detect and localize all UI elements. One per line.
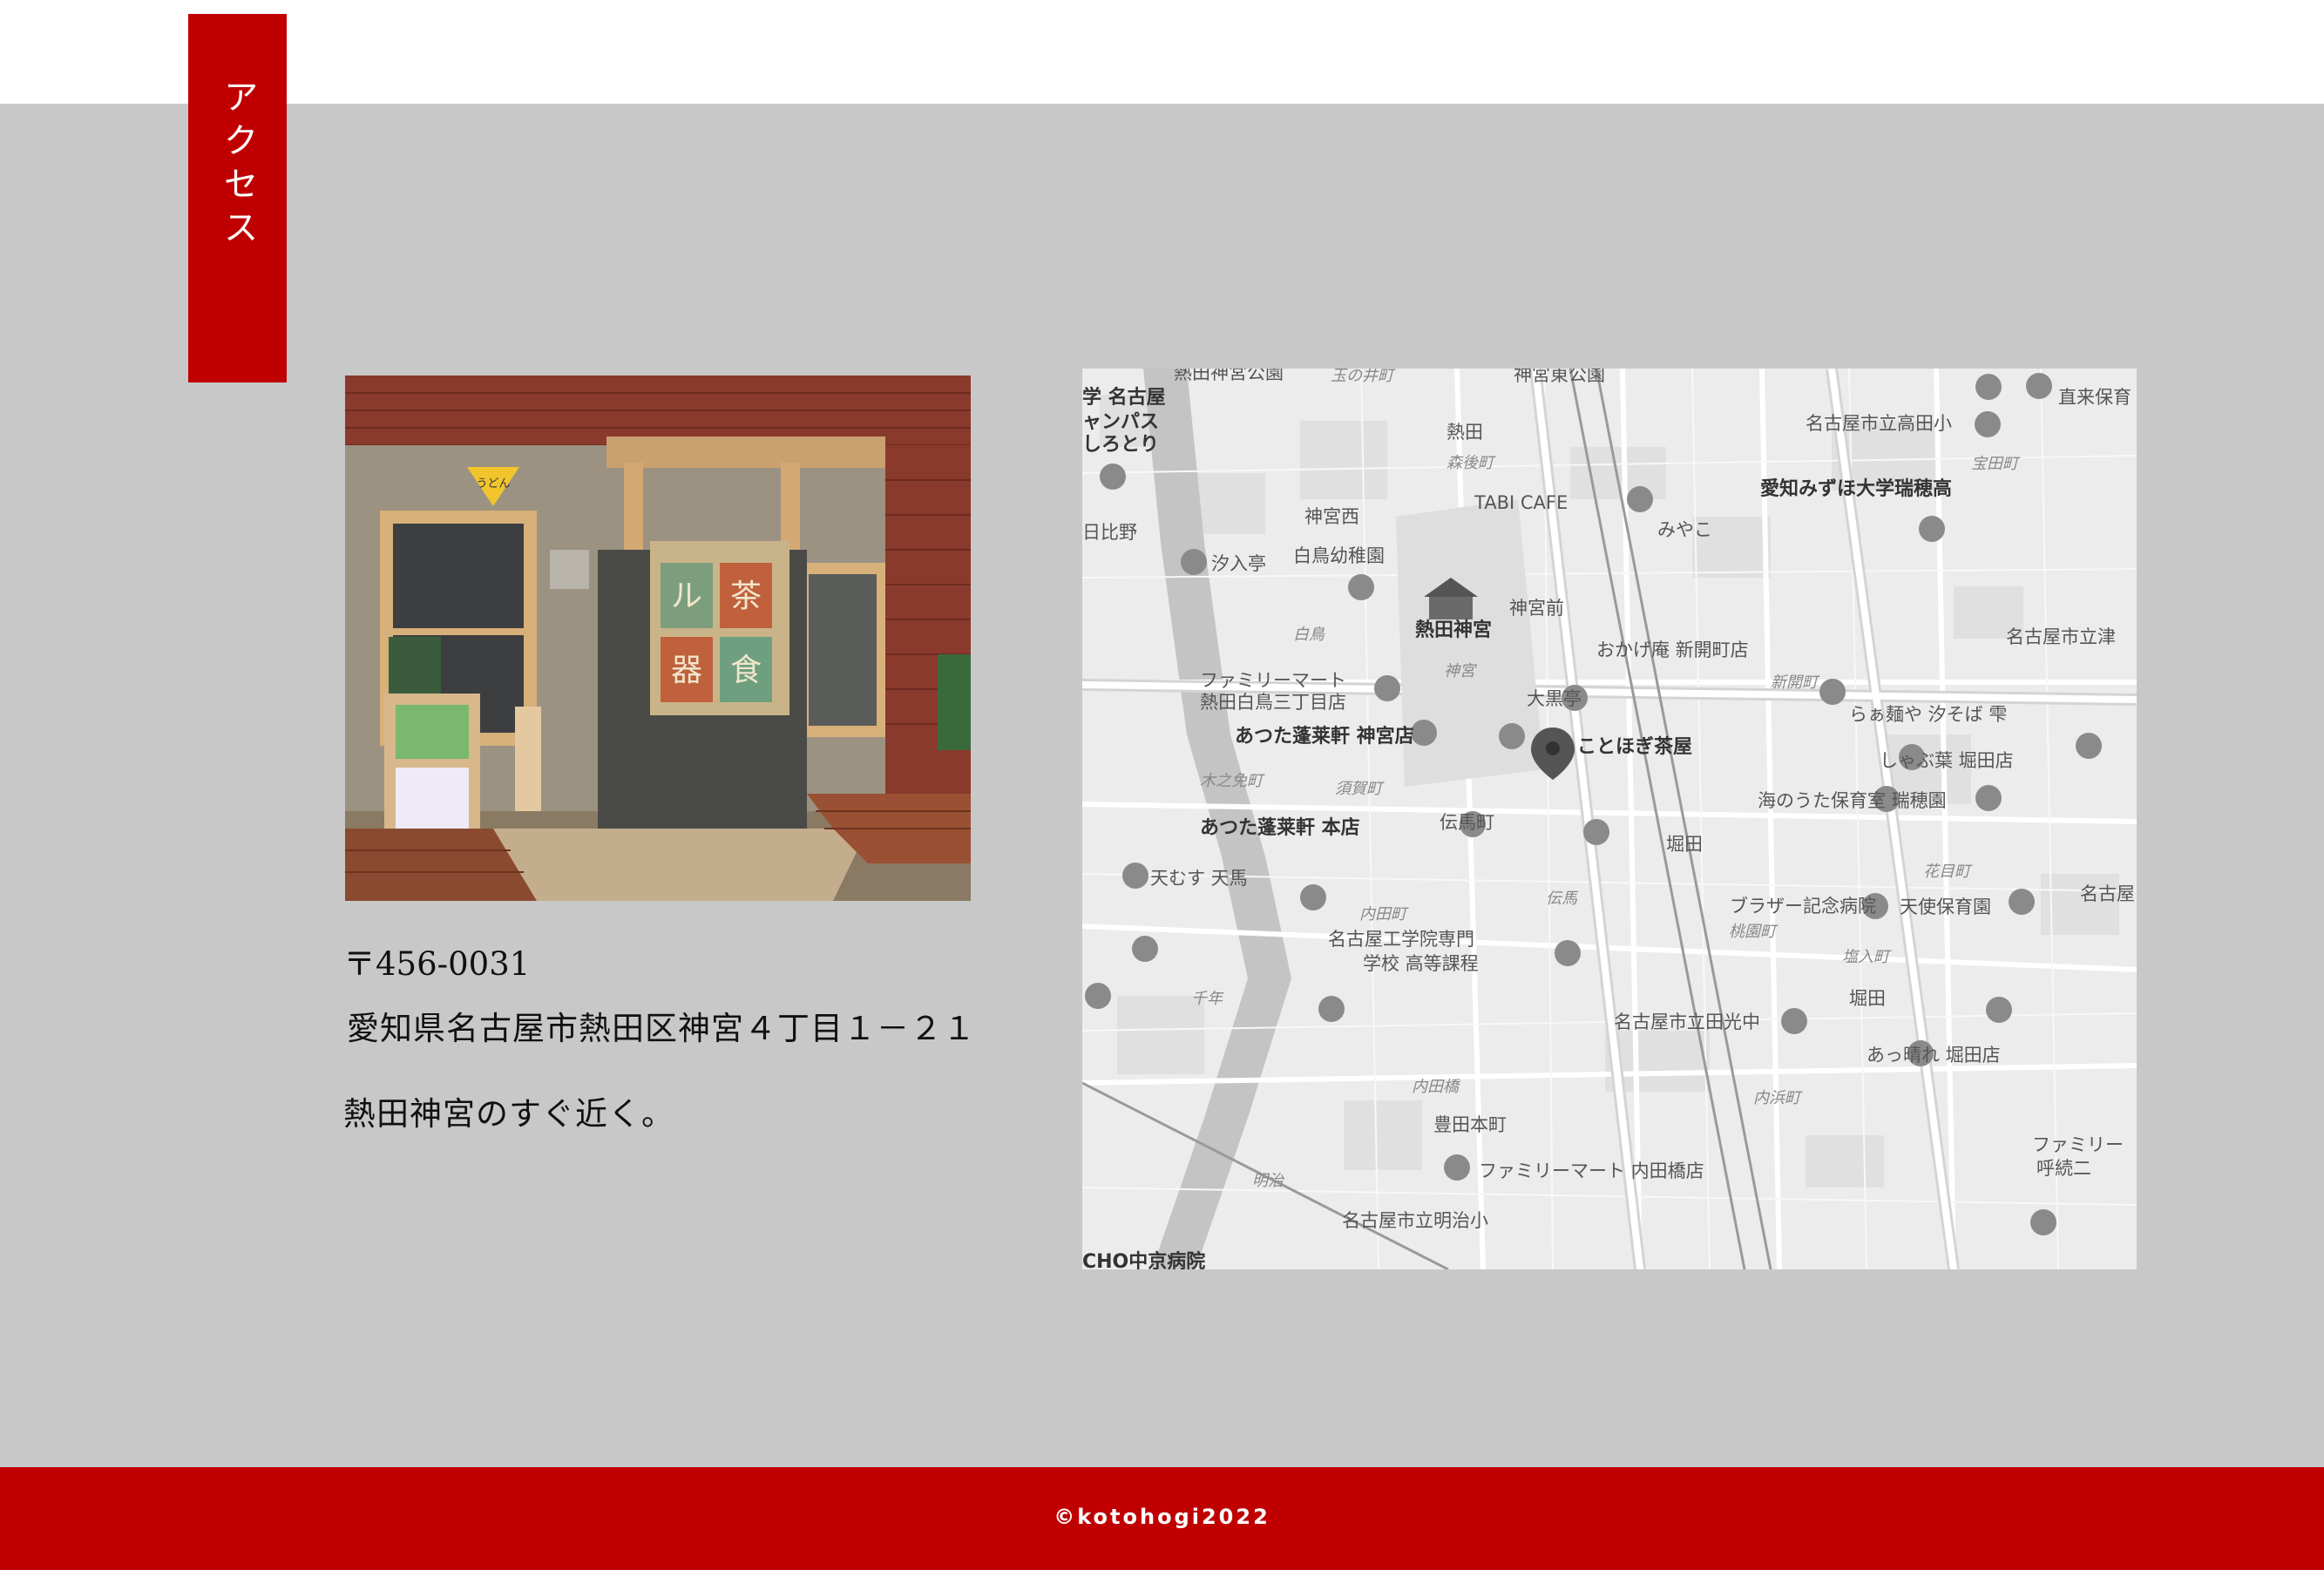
map-label: 神宮前 bbox=[1509, 598, 1564, 619]
map-label: 豊田本町 bbox=[1433, 1114, 1507, 1135]
section-title: アクセス bbox=[217, 78, 258, 253]
map-label: あつた蓬莱軒 神宮店 bbox=[1235, 725, 1414, 748]
map-label: 白鳥 bbox=[1293, 626, 1325, 644]
map-label: 名古屋工学院専門 bbox=[1328, 929, 1474, 950]
map-label: 内田町 bbox=[1359, 905, 1409, 924]
map-label: TABI CAFE bbox=[1474, 492, 1568, 513]
map-label: ャンパス bbox=[1082, 411, 1159, 433]
map-label: 堀田 bbox=[1849, 988, 1886, 1009]
map-label-kotohogi[interactable]: ことほぎ茶屋 bbox=[1577, 735, 1692, 758]
map-label: 名古屋市立田光中 bbox=[1614, 1012, 1760, 1032]
shrine-icon bbox=[1429, 593, 1473, 619]
map-label: 名古屋市立明治小 bbox=[1342, 1210, 1488, 1231]
map-label: しろとり bbox=[1082, 434, 1159, 456]
map-label: 天使保育園 bbox=[1900, 897, 1991, 917]
map-label: 神宮東公園 bbox=[1514, 369, 1605, 385]
map-label: 千年 bbox=[1191, 990, 1224, 1008]
map-label: 日比野 bbox=[1082, 522, 1137, 543]
map-label: 直来保育 bbox=[2058, 387, 2131, 408]
map-label: 新開町 bbox=[1771, 673, 1820, 692]
access-note: 熱田神宮のすぐ近く。 bbox=[343, 1095, 674, 1133]
map-label: 内田橋 bbox=[1412, 1078, 1461, 1096]
map-label: 神宮西 bbox=[1304, 506, 1359, 527]
map-label: 玉の井町 bbox=[1331, 369, 1396, 385]
map-label: 木之免町 bbox=[1200, 772, 1265, 790]
map-label: 学 名古屋 bbox=[1082, 386, 1166, 409]
map-label: CHO中京病院 bbox=[1082, 1250, 1205, 1269]
map-label: ファミリーマート 内田橋店 bbox=[1479, 1161, 1704, 1181]
noren-char-1: ル bbox=[671, 579, 702, 614]
map-label: 天むす 天馬 bbox=[1150, 868, 1248, 889]
map-label: らぁ麺や 汐そば 雫 bbox=[1849, 704, 2007, 725]
map-label: 汐入亭 bbox=[1211, 553, 1266, 574]
map-label: 宝田町 bbox=[1971, 455, 2021, 473]
noren-char-2: 茶 bbox=[730, 579, 762, 614]
map-label: 堀田 bbox=[1666, 834, 1703, 855]
map-label: 海のうた保育室 瑞穂園 bbox=[1758, 790, 1947, 811]
storefront-illustration: ル 茶 器 食 うどん bbox=[345, 376, 971, 901]
map-label: 花目町 bbox=[1923, 863, 1973, 881]
map-label: ファミリーマート bbox=[1200, 670, 1346, 691]
map-label: 熱田白鳥三丁目店 bbox=[1200, 692, 1346, 713]
postal-code: 〒456-0031 bbox=[343, 945, 531, 983]
map-label: 名古屋市立津 bbox=[2006, 626, 2116, 647]
map-label: 名古屋市立高田小 bbox=[1806, 413, 1952, 434]
map-label: 熱田 bbox=[1447, 422, 1483, 443]
map-label: しゃぶ葉 堀田店 bbox=[1880, 750, 2014, 771]
map[interactable]: 熱田神宮公園 玉の井町 神宮東公園 学 名古屋 ャンパス しろとり 熱田 森後町… bbox=[1082, 369, 2137, 1269]
address: 愛知県名古屋市熱田区神宮４丁目１－２１ bbox=[347, 1010, 976, 1047]
map-label: 大黒亭 bbox=[1527, 688, 1582, 709]
flag-text: うどん bbox=[476, 477, 510, 491]
map-label: ファミリー bbox=[2032, 1134, 2124, 1155]
noren-char-3: 器 bbox=[671, 653, 702, 688]
map-label: 熱田神宮公園 bbox=[1174, 369, 1284, 383]
map-label: 白鳥幼稚園 bbox=[1293, 545, 1385, 566]
map-label: 伝馬町 bbox=[1440, 812, 1494, 833]
map-label: ブラザー記念病院 bbox=[1730, 896, 1876, 917]
map-label: おかげ庵 新開町店 bbox=[1596, 640, 1749, 660]
map-label: 塩入町 bbox=[1842, 948, 1892, 966]
map-label: 桃園町 bbox=[1729, 923, 1779, 941]
copyright: ©kotohogi2022 bbox=[1054, 1505, 1270, 1529]
map-label: 呼続二 bbox=[2036, 1158, 2091, 1179]
section-title-tab: アクセス bbox=[188, 14, 287, 382]
map-label: 神宮 bbox=[1444, 662, 1477, 680]
map-label: 明治 bbox=[1252, 1172, 1284, 1190]
map-label: あっ晴れ 堀田店 bbox=[1867, 1045, 2001, 1066]
noren-char-4: 食 bbox=[730, 653, 762, 688]
map-canvas[interactable]: 熱田神宮公園 玉の井町 神宮東公園 学 名古屋 ャンパス しろとり 熱田 森後町… bbox=[1082, 369, 2137, 1269]
map-label: 伝馬 bbox=[1546, 890, 1579, 908]
footer: ©kotohogi2022 bbox=[0, 1467, 2324, 1570]
map-label: 名古屋 bbox=[2080, 883, 2135, 904]
map-label: 学校 高等課程 bbox=[1363, 953, 1479, 974]
storefront-photo: ル 茶 器 食 うどん bbox=[345, 376, 971, 901]
map-label: 熱田神宮 bbox=[1415, 619, 1492, 641]
map-label: あつた蓬莱軒 本店 bbox=[1200, 816, 1360, 839]
map-label: 内浜町 bbox=[1753, 1089, 1803, 1107]
map-label: 愛知みずほ大学瑞穂高 bbox=[1760, 477, 1952, 500]
map-label: 須賀町 bbox=[1335, 780, 1385, 798]
map-label: 森後町 bbox=[1447, 454, 1496, 472]
map-label: みやこ bbox=[1657, 519, 1712, 540]
